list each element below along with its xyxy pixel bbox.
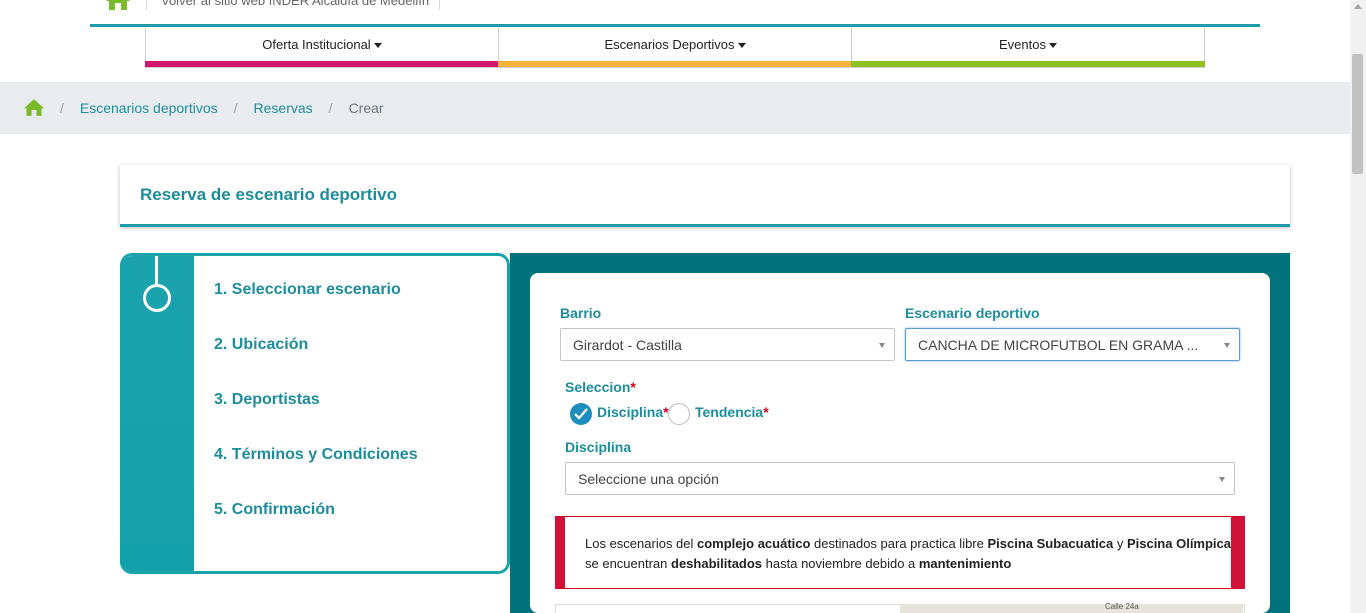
chevron-down-icon (1219, 477, 1225, 482)
nav-label: Oferta Institucional (262, 37, 382, 52)
alert-bold-text: Piscina Olímpica (1126, 536, 1231, 551)
scroll-thumb[interactable] (1352, 54, 1363, 174)
alert-bold-text: complejo acuático (697, 536, 811, 551)
alert-text: se encuentran (585, 556, 672, 571)
step-line (155, 256, 158, 286)
disciplina-label: Disciplina (565, 439, 632, 455)
nav-color-bar (851, 61, 1205, 67)
step-terminos[interactable]: 4. Términos y Condiciones (214, 446, 418, 464)
nav-label-text: Eventos (999, 37, 1046, 52)
map-street-label: Calle 24a (1105, 602, 1139, 611)
nav-label: Escenarios Deportivos (604, 37, 746, 52)
breadcrumb-escenarios-link[interactable]: Escenarios deportivos (80, 100, 218, 116)
alert-text: destinados para practica libre (810, 536, 988, 551)
chevron-down-icon (1224, 343, 1230, 348)
disciplina-select[interactable]: Seleccione una opción (565, 462, 1235, 495)
required-mark: * (763, 404, 769, 420)
tendencia-radio-label[interactable]: Tendencia* (695, 404, 769, 420)
tendencia-option-text: Tendencia (695, 404, 764, 420)
alert-text: Los escenarios del (585, 536, 698, 551)
breadcrumb-separator: / (233, 100, 238, 116)
step-indicator-icon (143, 284, 171, 312)
top-divider (146, 0, 147, 10)
home-icon[interactable] (24, 99, 44, 117)
alert-text: hasta noviembre debido a (762, 556, 919, 571)
escenario-select[interactable]: CANCHA DE MICROFUTBOL EN GRAMA ... (905, 328, 1240, 361)
barrio-label: Barrio (560, 305, 602, 321)
nav-label-text: Oferta Institucional (262, 37, 371, 52)
seleccion-label-text: Seleccion (565, 379, 631, 395)
back-to-inder-link[interactable]: Volver al sitio web INDER Alcaldía de Me… (161, 0, 429, 8)
alert-bold-text: Piscina Subacuatica (987, 536, 1114, 551)
steps-rail (120, 256, 194, 571)
disciplina-option-text: Disciplina (597, 404, 664, 420)
title-card: Reserva de escenario deportivo (120, 165, 1290, 227)
chevron-down-icon (879, 343, 885, 348)
maintenance-alert: Los escenarios del complejo acuático des… (555, 516, 1245, 589)
page-title: Reserva de escenario deportivo (140, 185, 398, 204)
caret-down-icon (373, 43, 382, 49)
nav-escenarios-deportivos[interactable]: Escenarios Deportivos (498, 28, 852, 68)
main-navigation: Oferta Institucional Escenarios Deportiv… (145, 28, 1205, 68)
caret-down-icon (1048, 43, 1057, 49)
alert-bold-text: mantenimiento (918, 556, 1012, 571)
tendencia-radio[interactable] (668, 403, 690, 425)
wizard-steps: 1. Seleccionar escenario 2. Ubicación 3.… (120, 253, 510, 574)
home-icon[interactable] (106, 0, 130, 10)
map-view[interactable] (900, 604, 1243, 613)
breadcrumb-current: Crear (348, 100, 384, 116)
nav-label: Eventos (999, 37, 1057, 52)
alert-bold-text: deshabilitados (671, 556, 763, 571)
barrio-select[interactable]: Girardot - Castilla (560, 328, 895, 361)
top-divider (439, 0, 440, 10)
disciplina-radio-label[interactable]: Disciplina* (597, 404, 669, 420)
check-icon (574, 408, 588, 420)
top-strip: Volver al sitio web INDER Alcaldía de Me… (90, 0, 1260, 27)
nav-color-bar (145, 61, 499, 67)
step-confirmacion[interactable]: 5. Confirmación (214, 501, 335, 519)
disciplina-placeholder: Seleccione una opción (578, 470, 719, 487)
alert-text: y (1113, 536, 1127, 551)
nav-eventos[interactable]: Eventos (851, 28, 1205, 68)
nav-oferta-institucional[interactable]: Oferta Institucional (145, 28, 499, 68)
breadcrumb-separator: / (60, 100, 64, 116)
step-ubicacion[interactable]: 2. Ubicación (214, 336, 308, 354)
escenario-label: Escenario deportivo (905, 305, 1040, 321)
breadcrumb: / Escenarios deportivos / Reservas / Cre… (0, 82, 1350, 134)
disciplina-radio[interactable] (570, 403, 592, 425)
breadcrumb-reservas-link[interactable]: Reservas (254, 100, 313, 116)
page-scrollbar[interactable] (1350, 0, 1366, 613)
nav-label-text: Escenarios Deportivos (604, 37, 735, 52)
breadcrumb-separator: / (328, 100, 333, 116)
required-mark: * (630, 379, 636, 395)
nav-color-bar (498, 61, 852, 67)
step-deportistas[interactable]: 3. Deportistas (214, 391, 320, 409)
escenario-value: CANCHA DE MICROFUTBOL EN GRAMA ... (918, 336, 1199, 353)
step-seleccionar-escenario[interactable]: 1. Seleccionar escenario (214, 281, 401, 299)
caret-down-icon (737, 43, 746, 49)
barrio-value: Girardot - Castilla (573, 336, 682, 353)
page: Volver al sitio web INDER Alcaldía de Me… (0, 0, 1366, 613)
seleccion-label: Seleccion* (565, 379, 636, 395)
scroll-up-icon[interactable] (1354, 4, 1362, 9)
